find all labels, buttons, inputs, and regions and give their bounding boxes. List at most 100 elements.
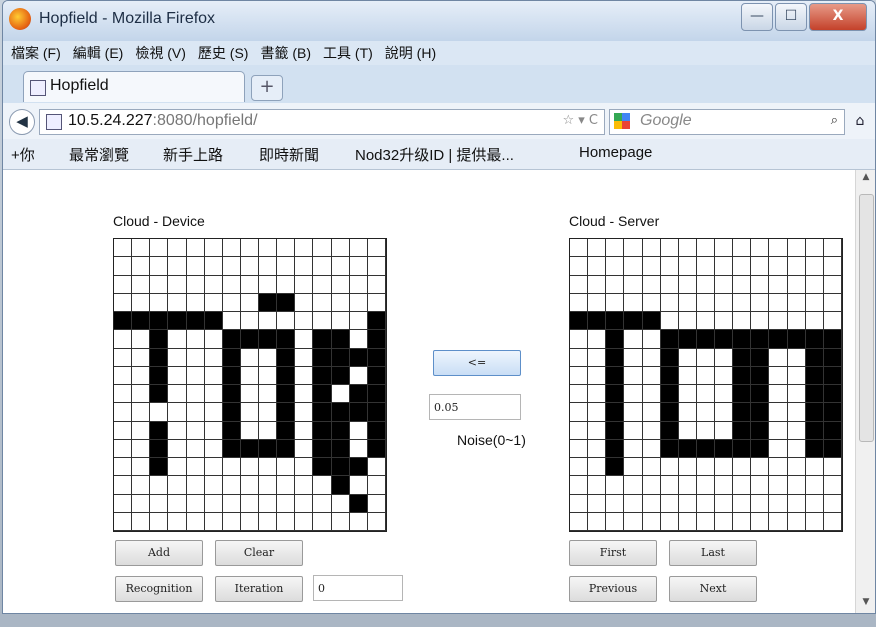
grid-cell[interactable] xyxy=(222,458,241,477)
grid-cell[interactable] xyxy=(132,275,151,294)
grid-cell[interactable] xyxy=(132,494,151,513)
grid-cell[interactable] xyxy=(295,366,314,385)
grid-cell[interactable] xyxy=(313,439,332,458)
grid-cell[interactable] xyxy=(150,257,169,276)
grid-cell[interactable] xyxy=(222,293,241,312)
grid-cell[interactable] xyxy=(240,512,260,531)
grid-cell[interactable] xyxy=(367,239,386,258)
grid-cell[interactable] xyxy=(259,458,278,477)
grid-cell[interactable] xyxy=(349,366,368,385)
minimize-button[interactable]: — xyxy=(741,3,773,31)
grid-cell[interactable] xyxy=(150,348,169,367)
grid-cell[interactable] xyxy=(295,293,314,312)
grid-cell[interactable] xyxy=(168,494,187,513)
grid-cell[interactable] xyxy=(331,312,350,331)
grid-cell[interactable] xyxy=(331,257,350,276)
grid-cell[interactable] xyxy=(331,330,350,349)
search-icon[interactable]: ⌕ xyxy=(831,113,838,128)
grid-cell[interactable] xyxy=(349,239,368,258)
grid-cell[interactable] xyxy=(367,512,386,531)
grid-cell[interactable] xyxy=(313,312,332,331)
grid-cell[interactable] xyxy=(295,458,314,477)
home-icon[interactable]: ⌂ xyxy=(849,111,871,133)
grid-cell[interactable] xyxy=(240,257,260,276)
grid-cell[interactable] xyxy=(114,257,133,276)
grid-cell[interactable] xyxy=(367,293,386,312)
grid-cell[interactable] xyxy=(349,421,368,440)
grid-cell[interactable] xyxy=(150,275,169,294)
grid-cell[interactable] xyxy=(295,385,314,404)
grid-cell[interactable] xyxy=(367,366,386,385)
grid-cell[interactable] xyxy=(150,403,169,422)
grid-cell[interactable] xyxy=(349,458,368,477)
grid-cell[interactable] xyxy=(186,439,205,458)
grid-cell[interactable] xyxy=(367,312,386,331)
grid-cell[interactable] xyxy=(114,512,133,531)
grid-cell[interactable] xyxy=(114,293,133,312)
bookmark-item[interactable]: Nod32升级ID | 提供最... xyxy=(355,144,514,165)
grid-cell[interactable] xyxy=(150,458,169,477)
grid-cell[interactable] xyxy=(331,421,350,440)
grid-cell[interactable] xyxy=(313,403,332,422)
scroll-up-icon[interactable]: ▲ xyxy=(859,172,873,186)
grid-cell[interactable] xyxy=(114,494,133,513)
grid-cell[interactable] xyxy=(277,239,296,258)
grid-cell[interactable] xyxy=(313,275,332,294)
grid-cell[interactable] xyxy=(313,512,332,531)
bookmark-item[interactable]: 新手上路 xyxy=(163,144,223,165)
grid-cell[interactable] xyxy=(186,512,205,531)
grid-cell[interactable] xyxy=(349,293,368,312)
grid-cell[interactable] xyxy=(295,312,314,331)
grid-cell[interactable] xyxy=(204,330,223,349)
grid-cell[interactable] xyxy=(259,257,278,276)
grid-cell[interactable] xyxy=(367,257,386,276)
scrollbar-thumb[interactable] xyxy=(859,194,874,442)
grid-cell[interactable] xyxy=(150,330,169,349)
menu-help[interactable]: 說明 (H) xyxy=(385,41,436,65)
grid-cell[interactable] xyxy=(331,348,350,367)
bookmark-star-icon[interactable]: ☆ ▾ C xyxy=(562,113,598,128)
grid-cell[interactable] xyxy=(168,458,187,477)
grid-cell[interactable] xyxy=(204,476,223,495)
grid-cell[interactable] xyxy=(168,257,187,276)
grid-cell[interactable] xyxy=(367,458,386,477)
grid-cell[interactable] xyxy=(150,512,169,531)
grid-cell[interactable] xyxy=(204,439,223,458)
grid-cell[interactable] xyxy=(204,403,223,422)
title-bar[interactable]: Hopfield - Mozilla Firefox — ☐ X xyxy=(3,1,875,41)
grid-cell[interactable] xyxy=(295,439,314,458)
grid-cell[interactable] xyxy=(349,257,368,276)
grid-cell[interactable] xyxy=(313,293,332,312)
device-grid[interactable] xyxy=(113,238,387,532)
grid-cell[interactable] xyxy=(259,239,278,258)
grid-cell[interactable] xyxy=(259,494,278,513)
grid-cell[interactable] xyxy=(277,494,296,513)
grid-cell[interactable] xyxy=(259,275,278,294)
grid-cell[interactable] xyxy=(132,366,151,385)
grid-cell[interactable] xyxy=(222,439,241,458)
grid-cell[interactable] xyxy=(114,330,133,349)
menu-file[interactable]: 檔案 (F) xyxy=(11,41,61,65)
grid-cell[interactable] xyxy=(204,421,223,440)
grid-cell[interactable] xyxy=(277,458,296,477)
recognition-button[interactable]: Recognition xyxy=(115,576,203,602)
grid-cell[interactable] xyxy=(367,403,386,422)
grid-cell[interactable] xyxy=(114,385,133,404)
grid-cell[interactable] xyxy=(186,348,205,367)
grid-cell[interactable] xyxy=(186,458,205,477)
grid-cell[interactable] xyxy=(114,275,133,294)
grid-cell[interactable] xyxy=(132,239,151,258)
grid-cell[interactable] xyxy=(277,476,296,495)
grid-cell[interactable] xyxy=(259,476,278,495)
grid-cell[interactable] xyxy=(168,366,187,385)
grid-cell[interactable] xyxy=(367,275,386,294)
grid-cell[interactable] xyxy=(295,512,314,531)
grid-cell[interactable] xyxy=(114,439,133,458)
grid-cell[interactable] xyxy=(349,348,368,367)
grid-cell[interactable] xyxy=(222,403,241,422)
new-tab-button[interactable]: + xyxy=(251,75,283,101)
grid-cell[interactable] xyxy=(313,458,332,477)
grid-cell[interactable] xyxy=(186,275,205,294)
grid-cell[interactable] xyxy=(186,366,205,385)
grid-cell[interactable] xyxy=(313,421,332,440)
